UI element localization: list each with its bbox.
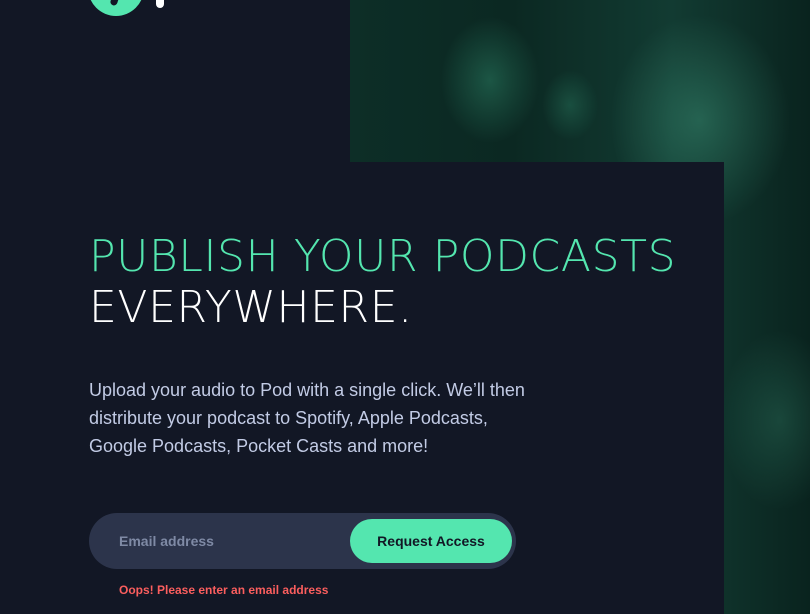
email-field[interactable]: [89, 513, 350, 569]
email-error-message: Oops! Please enter an email address: [119, 583, 329, 597]
signup-form: Request Access: [89, 513, 516, 569]
request-access-button[interactable]: Request Access: [350, 519, 512, 563]
landing-page: PUBLISH YOUR PODCASTS EVERYWHERE. Upload…: [0, 0, 810, 614]
logo-wordmark: [156, 0, 164, 8]
headline-accent: PUBLISH YOUR PODCASTS: [89, 231, 677, 282]
logo[interactable]: [88, 0, 180, 24]
hero-description: Upload your audio to Pod with a single c…: [89, 380, 525, 456]
headline-rest: EVERYWHERE.: [89, 281, 413, 333]
pod-logo-icon: [88, 0, 144, 16]
hero-headline: PUBLISH YOUR PODCASTS EVERYWHERE.: [89, 231, 677, 333]
